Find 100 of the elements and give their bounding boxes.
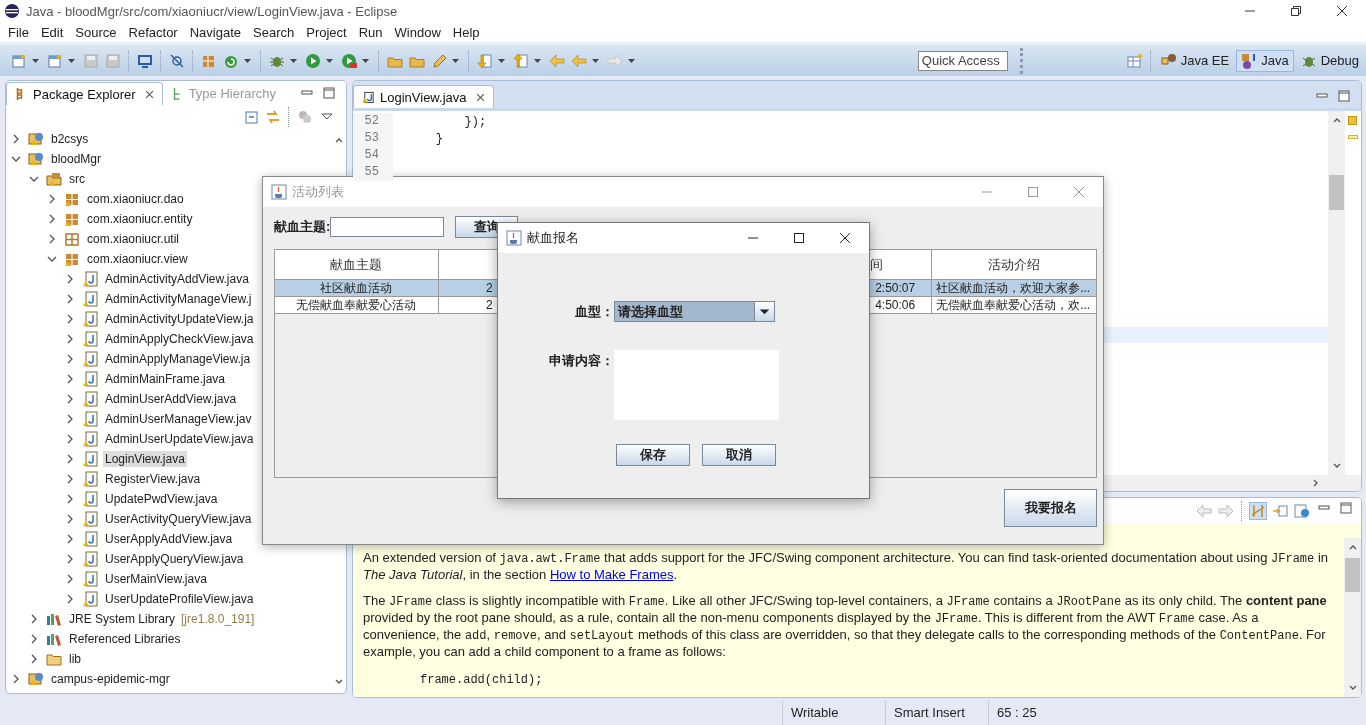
caret-icon[interactable] — [68, 58, 75, 63]
menu-item[interactable]: Source — [69, 24, 123, 40]
tree-item[interactable]: AdminMainFrame.java — [103, 371, 228, 387]
perspective-button[interactable]: Java EE — [1155, 49, 1235, 72]
menu-item[interactable]: Run — [352, 24, 389, 40]
chevron-icon[interactable] — [47, 214, 57, 224]
caret-icon[interactable] — [326, 58, 333, 63]
chevron-icon[interactable] — [11, 154, 21, 164]
dialog-button[interactable]: 保存 — [616, 444, 690, 466]
tree-item[interactable]: UserUpdateProfileView.java — [103, 591, 256, 607]
perspective-button[interactable]: Debug — [1295, 49, 1364, 72]
menu-item[interactable]: Refactor — [122, 24, 184, 40]
chevron-icon[interactable] — [65, 434, 75, 444]
chevron-icon[interactable] — [65, 374, 75, 384]
chevron-icon[interactable] — [47, 194, 57, 204]
new-item-icon[interactable] — [47, 52, 63, 69]
chevron-icon[interactable] — [65, 554, 75, 564]
close-icon[interactable] — [144, 89, 154, 99]
tree-item[interactable]: Referenced Libraries — [67, 631, 183, 647]
chevron-icon[interactable] — [65, 574, 75, 584]
restore-icon[interactable] — [1290, 5, 1302, 17]
chevron-icon[interactable] — [65, 534, 75, 544]
run-tool-icon[interactable] — [341, 52, 357, 69]
menu-item[interactable]: Help — [446, 24, 486, 40]
chevron-icon[interactable] — [65, 334, 75, 344]
caret-icon[interactable] — [362, 58, 369, 63]
tree-item[interactable]: com.xiaoniucr.dao — [85, 191, 186, 207]
globe-icon[interactable] — [1294, 503, 1310, 519]
tree-item[interactable]: UpdatePwdView.java — [103, 491, 220, 507]
tree-item[interactable]: AdminUserManageView.jav — [103, 411, 254, 427]
tree-item[interactable]: AdminUserUpdateView.java — [103, 431, 256, 447]
chevron-icon[interactable] — [11, 674, 21, 684]
caret-icon[interactable] — [592, 58, 599, 63]
tree-item[interactable]: UserMainView.java — [103, 571, 209, 587]
tree-item[interactable]: com.xiaoniucr.view — [85, 251, 190, 267]
maximize-icon[interactable] — [793, 232, 805, 244]
tree-item[interactable]: AdminApplyCheckView.java — [103, 331, 256, 347]
chevron-icon[interactable] — [65, 274, 75, 284]
chevron-icon[interactable] — [65, 494, 75, 504]
menu-item[interactable]: File — [2, 24, 35, 40]
tree-item[interactable]: RegisterView.java — [103, 471, 203, 487]
tree-item[interactable]: campus-epidemic-mgr — [49, 671, 172, 687]
pen-icon[interactable] — [431, 52, 447, 69]
chevron-icon[interactable] — [65, 354, 75, 364]
editor-tab[interactable]: LoginView.java — [353, 85, 494, 108]
monitor-icon[interactable] — [137, 52, 153, 69]
quick-access-field[interactable]: Quick Access — [917, 50, 1008, 71]
run-icon[interactable] — [305, 52, 321, 69]
close-icon[interactable] — [839, 232, 851, 244]
perspective-button[interactable]: Java — [1236, 49, 1294, 72]
column-header[interactable]: 献血主题 — [275, 250, 439, 279]
dialog-button[interactable]: 取消 — [702, 444, 776, 466]
chevron-icon[interactable] — [47, 234, 57, 244]
chevron-icon[interactable] — [65, 454, 75, 464]
caret-icon[interactable] — [534, 58, 541, 63]
chevron-icon[interactable] — [29, 174, 39, 184]
chevron-icon[interactable] — [29, 654, 39, 664]
signup-button[interactable]: 我要报名 — [1004, 489, 1097, 527]
close-icon[interactable] — [1336, 5, 1348, 17]
tree-item[interactable]: UserActivityQueryView.java — [103, 511, 254, 527]
tree-item[interactable]: AdminActivityAddView.java — [103, 271, 251, 287]
caret-icon[interactable] — [244, 58, 251, 63]
menu-item[interactable]: Navigate — [183, 24, 247, 40]
new-file-icon[interactable] — [11, 52, 27, 69]
caret-icon[interactable] — [452, 58, 459, 63]
collapse-all-icon[interactable] — [243, 109, 259, 125]
chevron-icon[interactable] — [65, 594, 75, 604]
menu-item[interactable]: Project — [300, 24, 353, 40]
tree-item[interactable]: UserApplyQueryView.java — [103, 551, 246, 567]
chevron-icon[interactable] — [29, 614, 39, 624]
chevron-icon[interactable] — [65, 474, 75, 484]
tree-item[interactable]: UserApplyAddView.java — [103, 531, 235, 547]
tree-item[interactable]: lib — [67, 651, 83, 667]
tree-item[interactable]: AdminUserAddView.java — [103, 391, 239, 407]
chevron-icon[interactable] — [47, 254, 57, 264]
warning-marker[interactable] — [1348, 116, 1357, 125]
tree-item[interactable]: bloodMgr — [49, 151, 104, 167]
scrollbar-thumb[interactable] — [1345, 558, 1360, 592]
close-icon[interactable] — [475, 92, 485, 102]
tree-item[interactable]: src — [67, 171, 87, 187]
tree-item[interactable]: com.xiaoniucr.entity — [85, 211, 195, 227]
view-tab[interactable]: Package Explorer — [6, 82, 163, 105]
caret-icon[interactable] — [498, 58, 505, 63]
blood-type-dropdown[interactable]: 请选择血型 — [614, 301, 775, 322]
crossed-circle-icon[interactable] — [169, 52, 185, 69]
tree-item[interactable]: LoginView.java — [103, 451, 187, 467]
chevron-icon[interactable] — [29, 634, 39, 644]
caret-icon[interactable] — [32, 58, 39, 63]
chevron-icon[interactable] — [11, 134, 21, 144]
tree-item[interactable]: JRE System Library — [67, 611, 178, 627]
tree-item[interactable]: AdminApplyManageView.ja — [103, 351, 253, 367]
chevron-icon[interactable] — [65, 514, 75, 524]
tree-item[interactable]: com.xiaoniucr.util — [85, 231, 182, 247]
chevron-icon[interactable] — [65, 414, 75, 424]
chevron-icon[interactable] — [65, 294, 75, 304]
menu-item[interactable]: Search — [247, 24, 301, 40]
caret-icon[interactable] — [290, 58, 297, 63]
tree-item[interactable]: b2csys — [49, 131, 91, 147]
tree-item[interactable]: AdminActivityUpdateView.ja — [103, 311, 256, 327]
column-header[interactable]: 活动介绍 — [932, 250, 1096, 279]
